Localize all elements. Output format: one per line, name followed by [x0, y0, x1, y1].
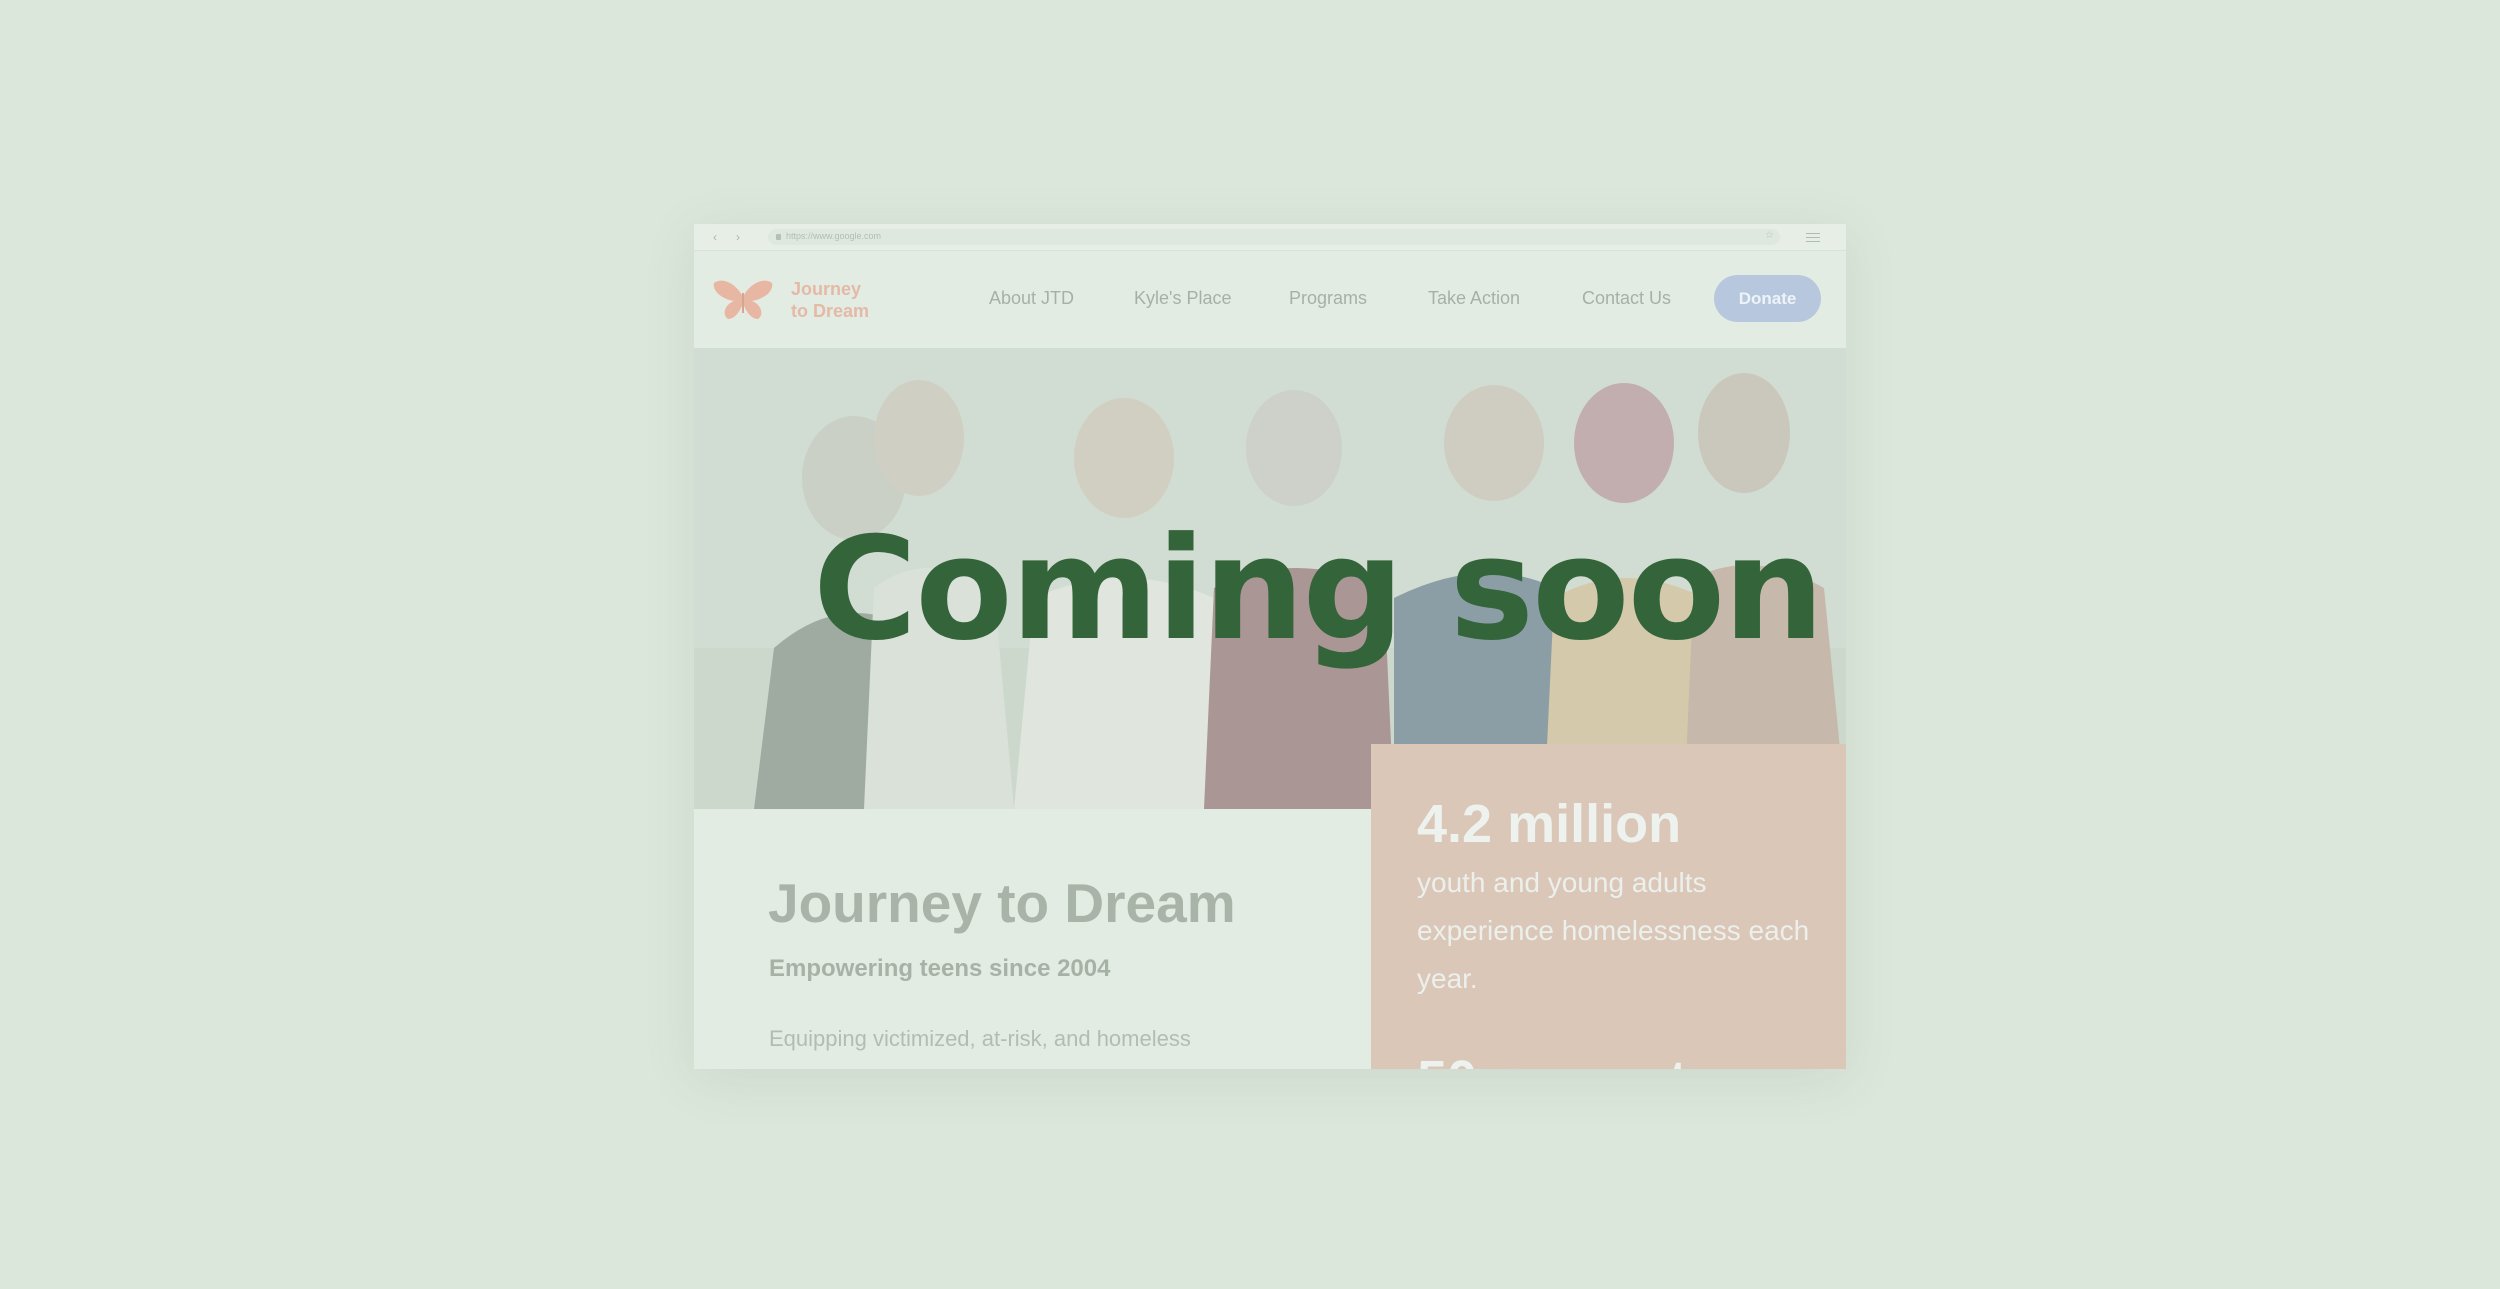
nav-kyles-place[interactable]: Kyle's Place [1134, 288, 1231, 309]
nav-contact-us[interactable]: Contact Us [1582, 288, 1671, 309]
butterfly-logo-icon[interactable] [712, 279, 774, 321]
intro-title: Journey to Dream [768, 872, 1236, 934]
stat-number-next: 50 percent [1417, 1048, 1687, 1069]
stat-number: 4.2 million [1417, 794, 1682, 854]
stats-panel: 4.2 million youth and young adults exper… [1371, 744, 1846, 1069]
intro-section: Journey to Dream Empowering teens since … [694, 809, 1372, 1069]
chevron-left-icon[interactable]: ‹ [713, 230, 717, 244]
nav-programs[interactable]: Programs [1289, 288, 1367, 309]
nav-about-jtd[interactable]: About JTD [989, 288, 1074, 309]
lock-icon [776, 234, 781, 240]
chevron-right-icon[interactable]: › [736, 230, 740, 244]
browser-toolbar: ‹ › https://www.google.com ☆ [694, 224, 1846, 251]
coming-soon-headline: Coming soon [813, 507, 1824, 672]
site-header: Journey to Dream About JTD Kyle's Place … [694, 251, 1846, 348]
nav-take-action[interactable]: Take Action [1428, 288, 1520, 309]
stat-description: youth and young adults experience homele… [1417, 867, 1810, 994]
donate-button[interactable]: Donate [1714, 275, 1821, 322]
intro-subtitle: Empowering teens since 2004 [769, 955, 1111, 982]
logo-line-1: Journey [791, 279, 862, 299]
hamburger-menu-icon[interactable] [1806, 233, 1820, 245]
intro-body: Equipping victimized, at-risk, and homel… [769, 1026, 1191, 1051]
star-icon[interactable]: ☆ [1765, 230, 1774, 241]
address-bar[interactable]: https://www.google.com ☆ [768, 229, 1780, 245]
logo-wordmark[interactable]: Journey to Dream [791, 278, 911, 322]
url-text: https://www.google.com [786, 231, 882, 241]
logo-line-2: to Dream [791, 301, 870, 321]
